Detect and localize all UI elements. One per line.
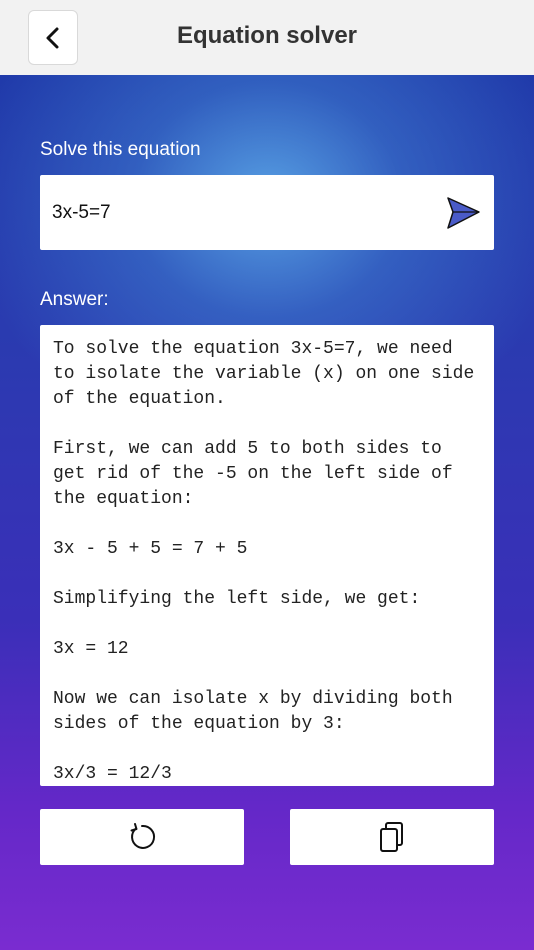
copy-button[interactable] [290,809,494,865]
refresh-icon [130,823,156,849]
equation-solver-screen: Equation solver Solve this equation Answ… [0,0,534,950]
page-title: Equation solver [176,22,358,49]
header-bar: Equation solver [0,0,534,75]
answer-text: To solve the equation 3x-5=7, we need to… [53,339,475,784]
equation-prompt-label: Solve this equation [40,139,201,160]
reset-button[interactable] [40,809,244,865]
answer-label: Answer: [40,289,109,310]
equation-input[interactable] [52,175,432,250]
equation-input-container [40,175,494,250]
answer-output-box[interactable]: To solve the equation 3x-5=7, we need to… [40,325,494,786]
paper-plane-icon [447,197,480,229]
copy-icon [380,822,403,852]
send-button[interactable] [445,195,481,231]
